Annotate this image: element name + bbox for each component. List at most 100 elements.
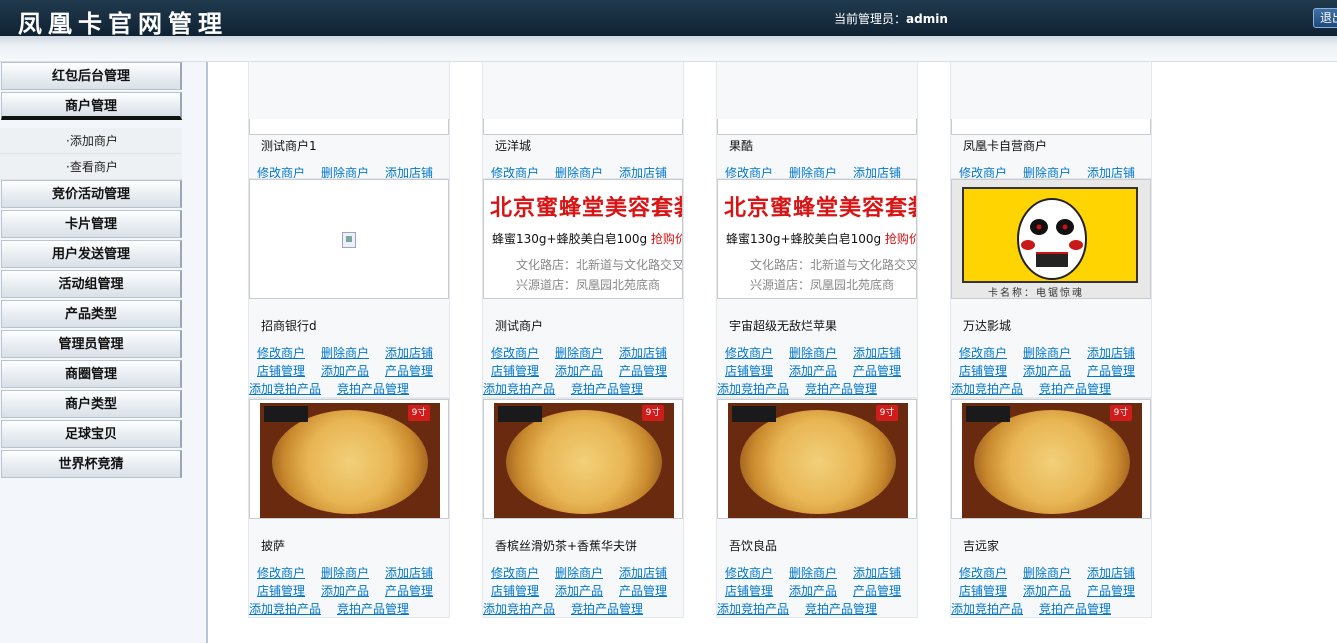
brand-logo [264, 406, 308, 422]
add-bid-product-link[interactable]: 添加竞拍产品 [483, 600, 555, 617]
edit-merchant-link[interactable]: 修改商户 [491, 344, 539, 361]
store-manage-link[interactable]: 店铺管理 [491, 582, 539, 599]
store-manage-link[interactable]: 店铺管理 [491, 362, 539, 379]
top-header-bar: 凤凰卡官网管理 当前管理员：admin 退出 [0, 0, 1337, 38]
merchant-name: 吉远家 [963, 539, 1000, 553]
card-frame [962, 187, 1138, 283]
delete-merchant-link[interactable]: 删除商户 [555, 344, 603, 361]
add-product-link[interactable]: 添加产品 [789, 582, 837, 599]
store-manage-link[interactable]: 店铺管理 [257, 362, 305, 379]
add-store-link[interactable]: 添加店铺 [385, 344, 433, 361]
delete-merchant-link[interactable]: 删除商户 [321, 564, 369, 581]
add-store-link[interactable]: 添加店铺 [619, 564, 667, 581]
admin-label: 当前管理员： [834, 12, 907, 26]
delete-merchant-link[interactable]: 删除商户 [1023, 344, 1071, 361]
delete-merchant-link[interactable]: 删除商户 [789, 344, 837, 361]
sidebar-item-football-babe[interactable]: 足球宝贝 [1, 420, 182, 448]
merchant-name: 远洋城 [495, 139, 532, 153]
delete-merchant-link[interactable]: 删除商户 [555, 564, 603, 581]
product-manage-link[interactable]: 产品管理 [385, 362, 433, 379]
pizza-pie [740, 410, 896, 514]
product-manage-link[interactable]: 产品管理 [1087, 362, 1135, 379]
store-manage-link[interactable]: 店铺管理 [959, 582, 1007, 599]
bid-product-manage-link[interactable]: 竞拍产品管理 [805, 600, 877, 617]
product-manage-link[interactable]: 产品管理 [1087, 582, 1135, 599]
submenu-add-merchant[interactable]: ·添加商户 [0, 128, 182, 154]
add-bid-product-link[interactable]: 添加竞拍产品 [249, 600, 321, 617]
merchant-image: 北京蜜蜂堂美容套装蜂蜜130g+蜂胶美白皂100g 抢购价9.9FB 文化路店：北… [717, 179, 917, 299]
merchant-image: 卡名称：电锯惊魂 [951, 179, 1151, 299]
pizza-image: 9寸 [718, 400, 916, 518]
add-product-link[interactable]: 添加产品 [555, 362, 603, 379]
sidebar-item-red-packet[interactable]: 红包后台管理 [1, 62, 182, 90]
add-store-link[interactable]: 添加店铺 [1087, 564, 1135, 581]
bid-product-manage-link[interactable]: 竞拍产品管理 [1039, 600, 1111, 617]
bid-product-manage-link[interactable]: 竞拍产品管理 [571, 600, 643, 617]
add-product-link[interactable]: 添加产品 [1023, 362, 1071, 379]
sidebar-item-business-district[interactable]: 商圈管理 [1, 360, 182, 388]
sidebar-item-bidding[interactable]: 竞价活动管理 [1, 180, 182, 208]
add-bid-product-link[interactable]: 添加竞拍产品 [717, 380, 789, 397]
bid-product-manage-link[interactable]: 竞拍产品管理 [1039, 380, 1111, 397]
bid-product-manage-link[interactable]: 竞拍产品管理 [337, 380, 409, 397]
add-product-link[interactable]: 添加产品 [321, 362, 369, 379]
add-bid-product-link[interactable]: 添加竞拍产品 [951, 380, 1023, 397]
merchant-name: 果酷 [729, 139, 754, 153]
merchant-image: 9寸 [483, 399, 683, 519]
product-manage-link[interactable]: 产品管理 [853, 582, 901, 599]
broken-image-icon [342, 232, 356, 248]
product-manage-link[interactable]: 产品管理 [619, 582, 667, 599]
banner-headline: 北京蜜蜂堂美容套装 [490, 196, 683, 221]
add-product-link[interactable]: 添加产品 [789, 362, 837, 379]
add-bid-product-link[interactable]: 添加竞拍产品 [249, 380, 321, 397]
edit-merchant-link[interactable]: 修改商户 [725, 564, 773, 581]
add-bid-product-link[interactable]: 添加竞拍产品 [951, 600, 1023, 617]
logout-button[interactable]: 退出 [1313, 8, 1337, 28]
add-product-link[interactable]: 添加产品 [1023, 582, 1071, 599]
edit-merchant-link[interactable]: 修改商户 [959, 344, 1007, 361]
edit-merchant-link[interactable]: 修改商户 [257, 344, 305, 361]
product-manage-link[interactable]: 产品管理 [853, 362, 901, 379]
sidebar-item-world-cup[interactable]: 世界杯竞猜 [1, 450, 182, 478]
store-manage-link[interactable]: 店铺管理 [257, 582, 305, 599]
sidebar-item-merchant-type[interactable]: 商户类型 [1, 390, 182, 418]
sidebar-item-card[interactable]: 卡片管理 [1, 210, 182, 238]
bid-product-manage-link[interactable]: 竞拍产品管理 [571, 380, 643, 397]
add-store-link[interactable]: 添加店铺 [385, 564, 433, 581]
bid-product-manage-link[interactable]: 竞拍产品管理 [337, 600, 409, 617]
sidebar-item-admin[interactable]: 管理员管理 [1, 330, 182, 358]
add-bid-product-link[interactable]: 添加竞拍产品 [483, 380, 555, 397]
product-manage-link[interactable]: 产品管理 [385, 582, 433, 599]
product-manage-link[interactable]: 产品管理 [619, 362, 667, 379]
banner-address-2: 兴源道店：凤凰园北苑底商 [516, 278, 661, 292]
sidebar-item-merchant[interactable]: 商户管理 [1, 92, 182, 120]
sub-header-bar [0, 36, 1337, 62]
edit-merchant-link[interactable]: 修改商户 [257, 564, 305, 581]
edit-merchant-link[interactable]: 修改商户 [725, 344, 773, 361]
store-manage-link[interactable]: 店铺管理 [725, 582, 773, 599]
add-product-link[interactable]: 添加产品 [555, 582, 603, 599]
movie-card-image: 卡名称：电锯惊魂 [952, 180, 1150, 298]
add-store-link[interactable]: 添加店铺 [1087, 344, 1135, 361]
submenu-view-merchants[interactable]: ·查看商户 [0, 154, 182, 180]
delete-merchant-link[interactable]: 删除商户 [1023, 564, 1071, 581]
store-manage-link[interactable]: 店铺管理 [959, 362, 1007, 379]
merchant-name: 披萨 [261, 539, 286, 553]
sidebar-item-user-send[interactable]: 用户发送管理 [1, 240, 182, 268]
delete-merchant-link[interactable]: 删除商户 [789, 564, 837, 581]
current-admin-info: 当前管理员：admin [834, 10, 948, 27]
add-bid-product-link[interactable]: 添加竞拍产品 [717, 600, 789, 617]
banner-address-1: 文化路店：北新道与文化路交叉口 [750, 258, 917, 272]
add-store-link[interactable]: 添加店铺 [853, 344, 901, 361]
edit-merchant-link[interactable]: 修改商户 [491, 564, 539, 581]
delete-merchant-link[interactable]: 删除商户 [321, 344, 369, 361]
add-product-link[interactable]: 添加产品 [321, 582, 369, 599]
sidebar-item-product-type[interactable]: 产品类型 [1, 300, 182, 328]
add-store-link[interactable]: 添加店铺 [619, 344, 667, 361]
sidebar-item-activity-group[interactable]: 活动组管理 [1, 270, 182, 298]
edit-merchant-link[interactable]: 修改商户 [959, 564, 1007, 581]
add-store-link[interactable]: 添加店铺 [853, 564, 901, 581]
bid-product-manage-link[interactable]: 竞拍产品管理 [805, 380, 877, 397]
merchant-card: 北京蜜蜂堂美容套装蜂蜜130g+蜂胶美白皂100g 抢购价9.9FB 文化路店：北… [482, 178, 684, 398]
store-manage-link[interactable]: 店铺管理 [725, 362, 773, 379]
